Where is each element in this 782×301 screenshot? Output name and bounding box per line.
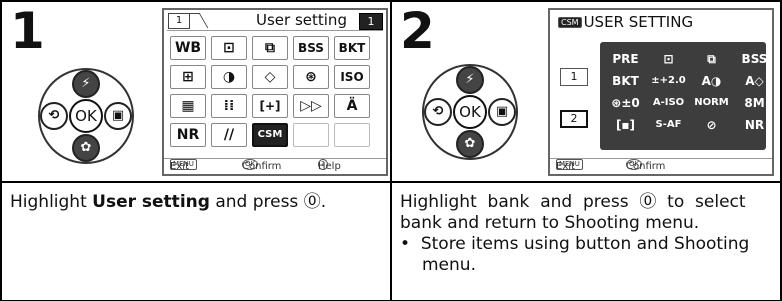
step2-number: 2 <box>400 2 435 60</box>
step2-dpad: ⚡ ⟲ ▣ ✿ OK <box>422 64 518 160</box>
bank-list: 1 2 <box>560 68 588 152</box>
flash-icon[interactable]: ⚡ <box>456 66 484 94</box>
auto-sharpness-icon: A◇ <box>745 74 764 88</box>
af-area-icon[interactable]: [+] <box>252 94 288 118</box>
step2-bullet-line1: • Store items using button and Shooting <box>400 234 750 254</box>
step1-desc-prefix: Highlight <box>10 192 93 212</box>
exit-label: Exit <box>170 161 189 172</box>
image-quality-icon[interactable]: ▦ <box>170 94 206 118</box>
ok-button[interactable]: OK <box>69 99 103 133</box>
self-timer-icon[interactable]: ⟲ <box>424 98 452 126</box>
bank-1-option[interactable]: 1 <box>560 68 588 86</box>
metering-icon[interactable]: ⊡ <box>211 36 247 60</box>
auto-bracket-icon[interactable]: Ä <box>334 94 370 118</box>
screen-footer: MENU Exit OK Confirm ? Help <box>164 158 386 174</box>
flash-off-icon: ⊘ <box>706 118 717 132</box>
contrast-icon[interactable]: ◑ <box>211 65 247 89</box>
bkt-icon: BKT <box>612 74 639 88</box>
step2-panel: 2 ⚡ ⟲ ▣ ✿ OK CSM USER SETTING 1 2 PRE ⊡ ⧉ BS… <box>392 0 781 181</box>
self-timer-icon[interactable]: ⟲ <box>40 102 68 130</box>
preset-wb-icon: PRE <box>612 52 639 66</box>
bkt-icon[interactable]: BKT <box>334 36 370 60</box>
screen-footer: MENU Exit OK Confirm <box>550 158 772 174</box>
color-icon[interactable]: ⊛ <box>293 65 329 89</box>
step1-screen: 1 User setting 1 WB ⊡ ⧉ BSS BKT ⊞ ◑ ◇ ⊛ ISO ▦ ⁞⁞ [+]… <box>162 8 388 176</box>
macro-icon[interactable]: ✿ <box>72 134 100 162</box>
screen-title-line <box>167 30 383 31</box>
step1-dpad: ⚡ ⟲ ▣ ✿ OK <box>38 68 134 164</box>
auto-iso-icon: A-ISO <box>652 97 685 108</box>
screen-title: User setting <box>256 11 347 29</box>
csm-settings-grid: PRE ⊡ ⧉ BSS BKT ±+2.0 A◑ A◇ ⊛±0 A-ISO NORM 8M [▪] S-A… <box>604 50 776 134</box>
saturation-icon[interactable]: ⊞ <box>170 65 206 89</box>
title-group: CSM USER SETTING <box>558 12 693 32</box>
step2-bullet-line2: menu. <box>422 255 476 275</box>
step1-number: 1 <box>10 2 45 60</box>
sharpness-icon[interactable]: ◇ <box>252 65 288 89</box>
auto-focus-icon[interactable]: ▷▷ <box>293 94 329 118</box>
empty-cell <box>334 123 370 147</box>
help-label: Help <box>318 161 341 172</box>
continuous-icon[interactable]: ⧉ <box>252 36 288 60</box>
screen-badge: 1 <box>359 13 383 30</box>
image-size-icon[interactable]: ⁞⁞ <box>211 94 247 118</box>
step2-desc-line1: Highlight bank and press ⓪ to select <box>400 192 746 212</box>
bss-icon[interactable]: BSS <box>293 36 329 60</box>
reset-icon[interactable]: // <box>211 123 247 147</box>
color-icon: ⊛±0 <box>611 96 640 110</box>
noise-reduction-icon: NR <box>744 118 765 132</box>
step2-screen: CSM USER SETTING 1 2 PRE ⊡ ⧉ BSS BKT ±+2.0 A◑ A◇… <box>548 8 774 176</box>
step1-desc-bold: User setting <box>92 192 210 212</box>
confirm-label: Confirm <box>626 161 666 172</box>
ok-button[interactable]: OK <box>453 95 487 129</box>
exit-label: Exit <box>556 161 575 172</box>
single-af-icon: S-AF <box>655 119 682 130</box>
af-area-icon: [▪] <box>615 118 636 132</box>
continuous-icon: ⧉ <box>707 52 716 66</box>
bank-2-option[interactable]: 2 <box>560 110 588 128</box>
step1-description: Highlight User setting and press ⓪. <box>10 192 382 213</box>
step2-desc-line2: bank and return to Shooting menu. <box>400 213 700 233</box>
csm-icon: CSM <box>558 17 582 28</box>
image-size-icon: 8M <box>744 96 765 110</box>
image-quality-icon: NORM <box>694 97 729 108</box>
macro-icon[interactable]: ✿ <box>456 130 484 158</box>
step2-description: Highlight bank and press ⓪ to select ban… <box>400 192 776 276</box>
step1-desc-suffix: and press ⓪. <box>209 192 327 212</box>
metering-icon: ⊡ <box>663 52 674 66</box>
bss-icon: BSS <box>741 52 768 66</box>
exposure-comp-icon: ±+2.0 <box>651 75 686 86</box>
step1-panel: 1 ⚡ ⟲ ▣ ✿ OK 1 User setting 1 WB ⊡ ⧉ BSS BKT… <box>2 0 391 181</box>
icon-grid: WB ⊡ ⧉ BSS BKT ⊞ ◑ ◇ ⊛ ISO ▦ ⁞⁞ [+] ▷▷ Ä NR//CSM <box>170 36 370 147</box>
noise-reduction-icon[interactable]: NR <box>170 123 206 147</box>
screen-title: USER SETTING <box>583 13 694 31</box>
confirm-label: Confirm <box>242 161 282 172</box>
empty-cell <box>293 123 329 147</box>
iso-icon[interactable]: ISO <box>334 65 370 89</box>
csm-settings-panel: PRE ⊡ ⧉ BSS BKT ±+2.0 A◑ A◇ ⊛±0 A-ISO NORM 8M [▪] S-A… <box>600 42 767 150</box>
auto-contrast-icon: A◑ <box>701 74 722 88</box>
wb-icon[interactable]: WB <box>170 36 206 60</box>
flash-icon[interactable]: ⚡ <box>72 70 100 98</box>
exposure-comp-icon[interactable]: ▣ <box>104 102 132 130</box>
csm-icon[interactable]: CSM <box>252 123 288 147</box>
exposure-comp-icon[interactable]: ▣ <box>488 98 516 126</box>
